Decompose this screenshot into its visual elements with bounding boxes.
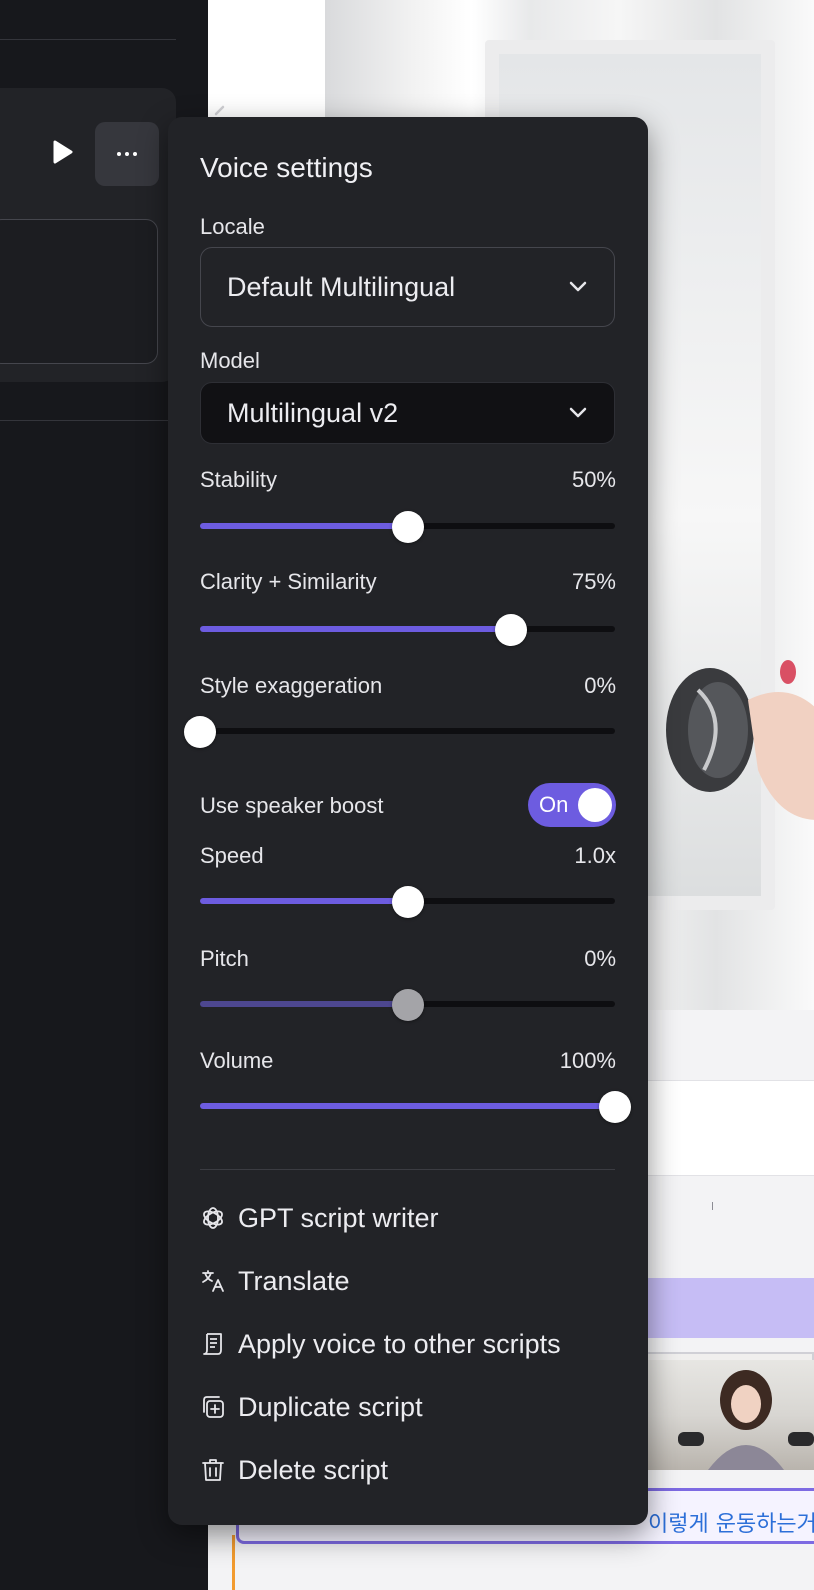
locale-select[interactable]: Default Multilingual bbox=[200, 247, 615, 327]
ruler-tick bbox=[712, 1202, 713, 1210]
menu-divider bbox=[200, 1169, 615, 1170]
slider-fill bbox=[200, 1103, 615, 1109]
speaker-boost-label: Use speaker boost bbox=[200, 793, 384, 818]
clarity-slider[interactable] bbox=[200, 614, 615, 646]
slider-handle[interactable] bbox=[391, 511, 424, 543]
volume-value: 100% bbox=[559, 1048, 616, 1073]
dumbbell-image bbox=[666, 660, 814, 820]
translate-icon bbox=[200, 1268, 226, 1294]
script-text-input[interactable] bbox=[0, 219, 158, 364]
pitch-value: 0% bbox=[584, 946, 616, 971]
chevron-down-icon bbox=[569, 281, 587, 292]
model-value: Multilingual v2 bbox=[227, 397, 399, 428]
chevron-down-icon bbox=[569, 407, 587, 418]
toggle-knob bbox=[578, 788, 612, 822]
play-icon bbox=[53, 140, 73, 164]
playhead[interactable] bbox=[232, 1535, 235, 1590]
speed-slider[interactable] bbox=[200, 886, 615, 918]
speaker-boost-toggle[interactable]: On bbox=[528, 783, 616, 827]
pitch-label: Pitch bbox=[200, 946, 249, 971]
slider-handle[interactable] bbox=[391, 886, 424, 918]
model-label: Model bbox=[200, 348, 260, 373]
slider-handle[interactable] bbox=[391, 989, 424, 1021]
speed-value: 1.0x bbox=[574, 843, 616, 868]
menu-label: Translate bbox=[238, 1265, 350, 1296]
locale-value: Default Multilingual bbox=[227, 271, 456, 302]
menu-label: Apply voice to other scripts bbox=[238, 1328, 561, 1359]
locale-label: Locale bbox=[200, 214, 265, 239]
pitch-slider[interactable] bbox=[200, 989, 615, 1021]
openai-icon bbox=[200, 1205, 226, 1231]
clarity-value: 75% bbox=[571, 569, 616, 594]
stability-slider[interactable] bbox=[200, 511, 615, 543]
style-label: Style exaggeration bbox=[200, 673, 383, 698]
style-slider[interactable] bbox=[184, 716, 615, 748]
volume-slider[interactable] bbox=[200, 1091, 631, 1123]
delete-script-item[interactable]: Delete script bbox=[200, 1446, 615, 1494]
scene-thumbnail-art bbox=[678, 1370, 814, 1470]
menu-label: Delete script bbox=[238, 1454, 389, 1485]
clarity-label: Clarity + Similarity bbox=[200, 569, 377, 594]
slider-handle[interactable] bbox=[184, 716, 216, 748]
slider-handle[interactable] bbox=[495, 614, 528, 646]
volume-label: Volume bbox=[200, 1048, 274, 1073]
more-icon bbox=[117, 152, 121, 156]
divider bbox=[0, 420, 168, 421]
more-icon-dot bbox=[125, 152, 129, 156]
gpt-script-writer-item[interactable]: GPT script writer bbox=[200, 1194, 615, 1242]
apply-voice-item[interactable]: Apply voice to other scripts bbox=[200, 1320, 615, 1368]
trash-icon bbox=[200, 1457, 226, 1483]
slider-fill bbox=[200, 1001, 408, 1007]
menu-label: Duplicate script bbox=[238, 1391, 423, 1422]
stability-label: Stability bbox=[200, 467, 278, 492]
more-options-button[interactable] bbox=[95, 122, 159, 186]
model-select[interactable]: Multilingual v2 bbox=[200, 382, 615, 444]
slider-handle[interactable] bbox=[599, 1091, 631, 1123]
toggle-state: On bbox=[539, 792, 569, 817]
duplicate-script-item[interactable]: Duplicate script bbox=[200, 1383, 615, 1431]
duplicate-icon bbox=[200, 1394, 226, 1420]
slider-track bbox=[200, 728, 615, 734]
slider-fill bbox=[200, 898, 408, 904]
divider bbox=[0, 39, 176, 40]
scene-thumbnail[interactable] bbox=[648, 1360, 814, 1470]
style-value: 0% bbox=[584, 673, 616, 698]
slider-fill bbox=[200, 626, 512, 632]
stability-value: 50% bbox=[571, 467, 616, 492]
voice-settings-popover: Voice settings Locale Default Multilingu… bbox=[168, 117, 648, 1525]
slider-fill bbox=[200, 523, 408, 529]
more-icon-dot bbox=[133, 152, 137, 156]
menu-label: GPT script writer bbox=[238, 1202, 439, 1233]
play-button[interactable] bbox=[44, 134, 80, 170]
speed-label: Speed bbox=[200, 843, 264, 868]
translate-item[interactable]: Translate bbox=[200, 1257, 615, 1305]
caption-text: 이렇게 운동하는거 bbox=[648, 1512, 814, 1537]
popover-title: Voice settings bbox=[200, 152, 373, 183]
scroll-icon bbox=[200, 1331, 226, 1357]
